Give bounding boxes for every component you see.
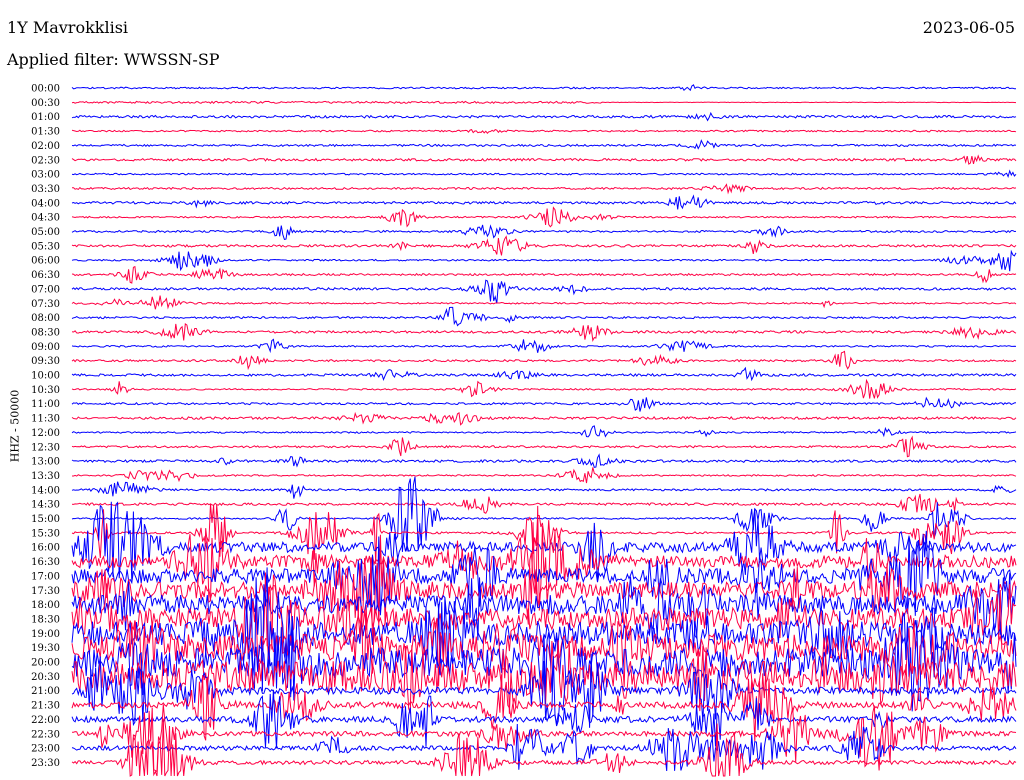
- trace-row: [71, 505, 1017, 611]
- row-label: 10:00: [31, 371, 60, 382]
- trace-row: [71, 169, 1017, 179]
- row-label: 21:00: [31, 686, 60, 697]
- trace-row: [71, 378, 1017, 399]
- trace-row: [71, 503, 1017, 565]
- trace-row: [71, 396, 1017, 412]
- row-label: 12:30: [31, 442, 60, 453]
- row-label: 06:30: [31, 270, 60, 281]
- row-label: 19:00: [31, 629, 60, 640]
- row-label: 11:00: [31, 399, 60, 410]
- trace-row: [71, 111, 1017, 122]
- row-label: 13:00: [31, 457, 60, 468]
- row-label: 23:30: [31, 758, 60, 769]
- trace-row: [71, 435, 1017, 458]
- trace-row: [71, 249, 1017, 272]
- row-label: 08:00: [31, 313, 60, 324]
- trace-row: [71, 411, 1017, 426]
- row-label: 06:00: [31, 256, 60, 267]
- trace-row: [71, 154, 1017, 165]
- row-label: 00:30: [31, 98, 60, 109]
- row-label: 18:30: [31, 614, 60, 625]
- trace-row: [71, 350, 1017, 371]
- trace-row: [71, 100, 1017, 105]
- row-label: 01:30: [31, 127, 60, 138]
- row-label: 18:00: [31, 600, 60, 611]
- row-label: 02:30: [31, 155, 60, 166]
- row-label: 05:30: [31, 241, 60, 252]
- row-label: 08:30: [31, 327, 60, 338]
- row-label: 16:30: [31, 557, 60, 568]
- row-label: 22:30: [31, 729, 60, 740]
- row-label: 04:00: [31, 198, 60, 209]
- trace-row: [71, 279, 1017, 304]
- row-label: 15:30: [31, 528, 60, 539]
- trace-row: [71, 306, 1017, 327]
- row-label: 21:30: [31, 701, 60, 712]
- trace-row: [71, 265, 1017, 284]
- row-label: 05:00: [31, 227, 60, 238]
- trace-row: [71, 194, 1017, 210]
- trace-row: [71, 206, 1017, 228]
- trace-row: [71, 338, 1017, 354]
- row-label: 03:00: [31, 170, 60, 181]
- row-label: 16:00: [31, 543, 60, 554]
- trace-row: [71, 453, 1017, 468]
- trace-row: [71, 323, 1017, 343]
- row-label: 01:00: [31, 112, 60, 123]
- row-label: 07:30: [31, 299, 60, 310]
- row-label: 20:30: [31, 672, 60, 683]
- row-label: 20:00: [31, 658, 60, 669]
- trace-row: [71, 235, 1017, 256]
- row-label: 22:00: [31, 715, 60, 726]
- row-label: 00:00: [31, 84, 60, 95]
- trace-row: [71, 128, 1017, 134]
- row-label: 19:30: [31, 643, 60, 654]
- row-label: 17:00: [31, 571, 60, 582]
- row-label: 11:30: [31, 414, 60, 425]
- trace-row: [71, 224, 1017, 240]
- row-label: 04:30: [31, 213, 60, 224]
- trace-row: [71, 366, 1017, 382]
- helicorder-plot: 00:00 00:30 01:00 01:30 02:00 02:30 03:00 03:30…: [31, 84, 1017, 777]
- trace-row: [71, 572, 1017, 642]
- trace-row: [71, 295, 1017, 310]
- trace-row: [71, 425, 1017, 438]
- row-label: 10:30: [31, 385, 60, 396]
- trace-row: [72, 467, 1017, 484]
- row-label: 14:30: [31, 500, 60, 511]
- row-label: 17:30: [31, 586, 60, 597]
- trace-row: [71, 84, 1016, 92]
- trace-row: [71, 139, 1017, 150]
- trace-row: [72, 183, 1017, 195]
- row-label: 15:00: [31, 514, 60, 525]
- row-label: 09:00: [31, 342, 60, 353]
- row-label: 02:00: [31, 141, 60, 152]
- row-label: 07:00: [31, 284, 60, 295]
- row-label: 23:00: [31, 744, 60, 755]
- row-label: 14:00: [31, 485, 60, 496]
- row-label: 03:30: [31, 184, 60, 195]
- row-label: 13:30: [31, 471, 60, 482]
- row-label: 12:00: [31, 428, 60, 439]
- trace-row: [71, 481, 1017, 499]
- row-label: 09:30: [31, 356, 60, 367]
